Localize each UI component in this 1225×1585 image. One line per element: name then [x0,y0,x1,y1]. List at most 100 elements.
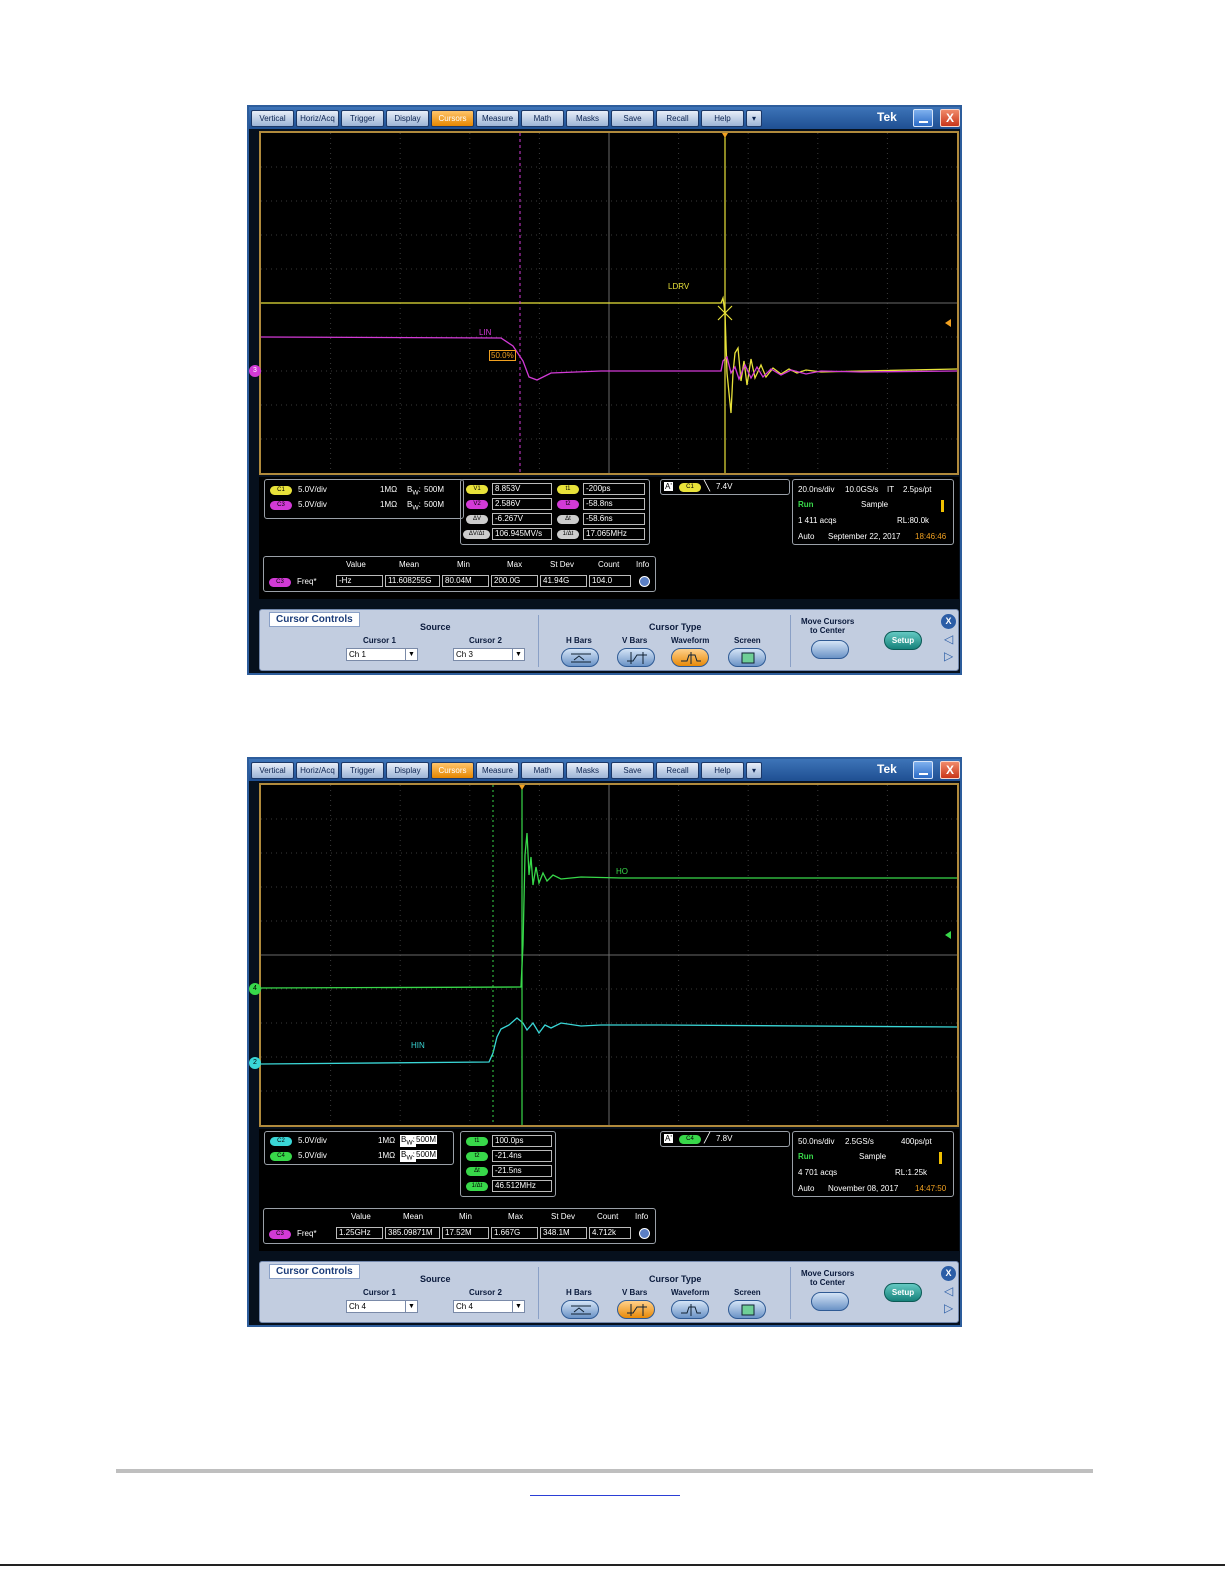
menu-math[interactable]: Math [521,762,564,779]
menu-math[interactable]: Math [521,110,564,127]
measurement-table[interactable]: Value Mean Min Max St Dev Count Info C3 … [263,1208,656,1244]
trigger-readout[interactable]: A' C4 ╱ 7.8V [660,1131,790,1147]
setup-button[interactable]: Setup [884,631,922,650]
info-icon[interactable] [639,1228,650,1239]
divider [538,615,539,667]
time: 14:47:50 [915,1184,947,1193]
ch4-scale: 5.0V/div [298,1151,327,1160]
vbars-button[interactable] [617,1300,655,1319]
menu-masks[interactable]: Masks [566,110,609,127]
meas-header: Count [598,560,620,569]
trigger-a-label: A' [664,482,673,491]
cursor2-select[interactable]: Ch 4 ▼ [453,1300,525,1313]
v2-pill: V2 [466,500,488,509]
acq-count: 4 701 acqs [798,1168,838,1177]
menu-help[interactable]: Help [701,762,744,779]
minimize-button[interactable] [913,761,933,779]
inv-dt-pill: 1/Δt [466,1182,488,1191]
menu-masks[interactable]: Masks [566,762,609,779]
move-cursors-to-center-button[interactable] [811,1292,849,1311]
ch2-ground-marker[interactable]: 2 [249,1057,261,1069]
channel-settings-box[interactable]: C2 5.0V/div 1MΩ BW: 500M C4 5.0V/div 1MΩ… [264,1131,454,1165]
cursor1-select[interactable]: Ch 4 ▼ [346,1300,418,1313]
channel-settings-box[interactable]: C1 5.0V/div 1MΩ BW: 500M C3 5.0V/div 1MΩ… [264,479,464,519]
menu-display[interactable]: Display [386,110,429,127]
ch3-impedance: 1MΩ [380,500,398,509]
menu-save[interactable]: Save [611,762,654,779]
close-button[interactable]: X [940,109,960,127]
meas-count: 4.712k [589,1227,631,1239]
panel-close-icon[interactable]: X [941,1266,956,1281]
meas-min: 17.52M [442,1227,489,1239]
graticule-grid [261,785,957,1125]
scroll-right-icon[interactable]: ▷ [944,1301,953,1315]
chevron-down-icon: ▼ [405,649,417,660]
waveform-label: Waveform [671,1288,710,1297]
menu-vertical[interactable]: Vertical [251,762,294,779]
cursor-readout-box[interactable]: V1 8.853V V2 2.586V ΔV -6.267V ΔV/Δt 106… [460,479,650,545]
close-button[interactable]: X [940,761,960,779]
cursor-readout-box[interactable]: t1 100.0ps t2 -21.4ns Δt -21.5ns 1/Δt 46… [460,1131,556,1197]
waveform-button[interactable] [671,1300,709,1319]
meas-value: -Hz [336,575,383,587]
menu-trigger[interactable]: Trigger [341,110,384,127]
menu-measure[interactable]: Measure [476,110,519,127]
waveform-button[interactable] [671,648,709,667]
scroll-right-icon[interactable]: ▷ [944,649,953,663]
timebase: 50.0ns/div [798,1137,835,1146]
menu-recall[interactable]: Recall [656,762,699,779]
menu-recall[interactable]: Recall [656,110,699,127]
ch3-ground-marker[interactable]: 3 [249,365,261,377]
scroll-left-icon[interactable]: ◁ [944,1284,953,1298]
move-cursors-to-center-button[interactable] [811,640,849,659]
menu-more-dropdown[interactable]: ▾ [746,762,762,779]
hbars-button[interactable] [561,1300,599,1319]
menu-more-dropdown[interactable]: ▾ [746,110,762,127]
scroll-left-icon[interactable]: ◁ [944,632,953,646]
meas-name: Freq* [297,577,317,586]
measurement-table[interactable]: Value Mean Min Max St Dev Count Info C3 … [263,556,656,592]
trigger-readout[interactable]: A' C1 ╲ 7.4V [660,479,790,495]
ch4-ground-marker[interactable]: 4 [249,983,261,995]
acquisition-readout[interactable]: 50.0ns/div 2.5GS/s 400ps/pt Run Sample 4… [792,1131,954,1197]
screen-button[interactable] [728,1300,766,1319]
menu-bar: Vertical Horiz/Acq Trigger Display Curso… [249,107,960,129]
menu-horiz-acq[interactable]: Horiz/Acq [296,762,339,779]
cursor1-select[interactable]: Ch 1 ▼ [346,648,418,661]
minimize-button[interactable] [913,109,933,127]
menu-save[interactable]: Save [611,110,654,127]
vbars-label: V Bars [622,636,648,645]
panel-close-icon[interactable]: X [941,614,956,629]
acquisition-readout[interactable]: 20.0ns/div 10.0GS/s IT 2.5ps/pt Run Samp… [792,479,954,545]
meas-max: 200.0G [491,575,538,587]
setup-button[interactable]: Setup [884,1283,922,1302]
footer-link[interactable] [530,1495,680,1496]
cursor2-select[interactable]: Ch 3 ▼ [453,648,525,661]
inv-dt-pill: 1/Δt [557,530,579,539]
menu-vertical[interactable]: Vertical [251,110,294,127]
menu-cursors[interactable]: Cursors [431,110,474,127]
meas-header: Info [635,1212,649,1221]
menu-cursors[interactable]: Cursors [431,762,474,779]
hbars-button[interactable] [561,648,599,667]
cursor-controls-panel: Cursor Controls Source Cursor 1 Cursor 2… [259,609,959,671]
menu-horiz-acq[interactable]: Horiz/Acq [296,110,339,127]
move-cursors-label-2: to Center [810,1278,846,1287]
menu-display[interactable]: Display [386,762,429,779]
meas-header: St Dev [551,1212,576,1221]
vbars-button[interactable] [617,648,655,667]
screen-label: Screen [734,1288,761,1297]
menu-bar: Vertical Horiz/Acq Trigger Display Curso… [249,759,960,781]
graticule[interactable]: HO HIN [259,783,959,1127]
meas-stdev: 348.1M [540,1227,587,1239]
menu-help[interactable]: Help [701,110,744,127]
menu-measure[interactable]: Measure [476,762,519,779]
meas-header: Mean [403,1212,424,1221]
info-icon[interactable] [639,576,650,587]
timebase: 20.0ns/div [798,485,835,494]
menu-trigger[interactable]: Trigger [341,762,384,779]
inv-dt-value: 46.512MHz [492,1180,552,1192]
screen-button[interactable] [728,648,766,667]
graticule[interactable]: LDRV LIN 50.0% [259,131,959,475]
ch4-bandwidth: 500M [415,1150,438,1159]
